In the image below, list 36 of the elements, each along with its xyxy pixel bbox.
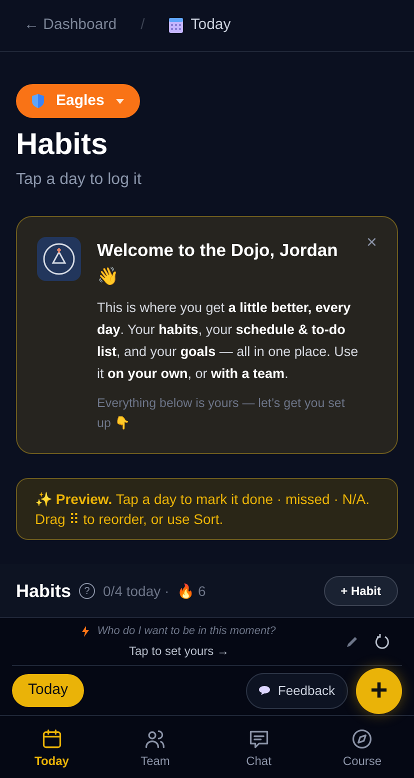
nav-tab[interactable]: Today bbox=[0, 716, 104, 770]
today-button[interactable]: Today bbox=[12, 674, 84, 707]
calendar-icon bbox=[168, 18, 183, 33]
close-button[interactable]: × bbox=[366, 233, 377, 251]
current-page: Today bbox=[190, 15, 231, 36]
prompt-question: Who do I want to be in this moment? bbox=[97, 624, 276, 640]
lightning-icon bbox=[82, 626, 90, 637]
caret-icon bbox=[116, 98, 124, 104]
logo-icon bbox=[37, 237, 81, 281]
people-icon bbox=[144, 728, 166, 750]
compass-icon bbox=[351, 728, 374, 750]
welcome-text: This is where you get a little better, every day. Your habits, your schedule & to-do list, and your goals — all in one place. Use it on your own, or with a team. bbox=[97, 299, 358, 383]
chat-icon bbox=[248, 728, 270, 750]
nav-tab[interactable]: Chat bbox=[207, 716, 310, 770]
page-title: Habits bbox=[16, 127, 109, 163]
calendar-icon bbox=[40, 728, 63, 750]
prompt-link[interactable]: Tap to set yours → bbox=[128, 642, 230, 660]
back-link[interactable]: ← Dashboard bbox=[24, 14, 117, 37]
nav-tab[interactable]: Course bbox=[310, 716, 414, 770]
page-subtitle: Tap a day to log it bbox=[16, 170, 142, 190]
pencil-icon[interactable] bbox=[346, 636, 358, 648]
section-title: Habits bbox=[16, 580, 72, 602]
preview-text: ✨ Preview. Tap a day to mark it done · missed · N/A. Drag ⠿ to reorder, or use Sort. bbox=[35, 490, 370, 529]
nav-tab[interactable]: Team bbox=[104, 716, 207, 770]
speech-bubble-icon bbox=[258, 686, 270, 695]
shield-icon bbox=[32, 94, 44, 108]
welcome-note: Everything below is yours — let’s get you set up 👇 bbox=[97, 395, 346, 432]
add-button[interactable]: + bbox=[356, 668, 402, 714]
feedback-button[interactable]: Feedback bbox=[246, 672, 348, 708]
welcome-title: Welcome to the Dojo, Jordan 👋 bbox=[97, 239, 339, 288]
streak-count: 🔥 6 bbox=[177, 582, 206, 601]
help-icon[interactable]: ? bbox=[79, 583, 96, 599]
refresh-icon[interactable] bbox=[374, 634, 390, 650]
add-habit-button[interactable]: + Habit bbox=[324, 576, 398, 606]
progress-text: 0/4 today · bbox=[103, 582, 170, 601]
breadcrumb-separator: / bbox=[140, 15, 146, 36]
